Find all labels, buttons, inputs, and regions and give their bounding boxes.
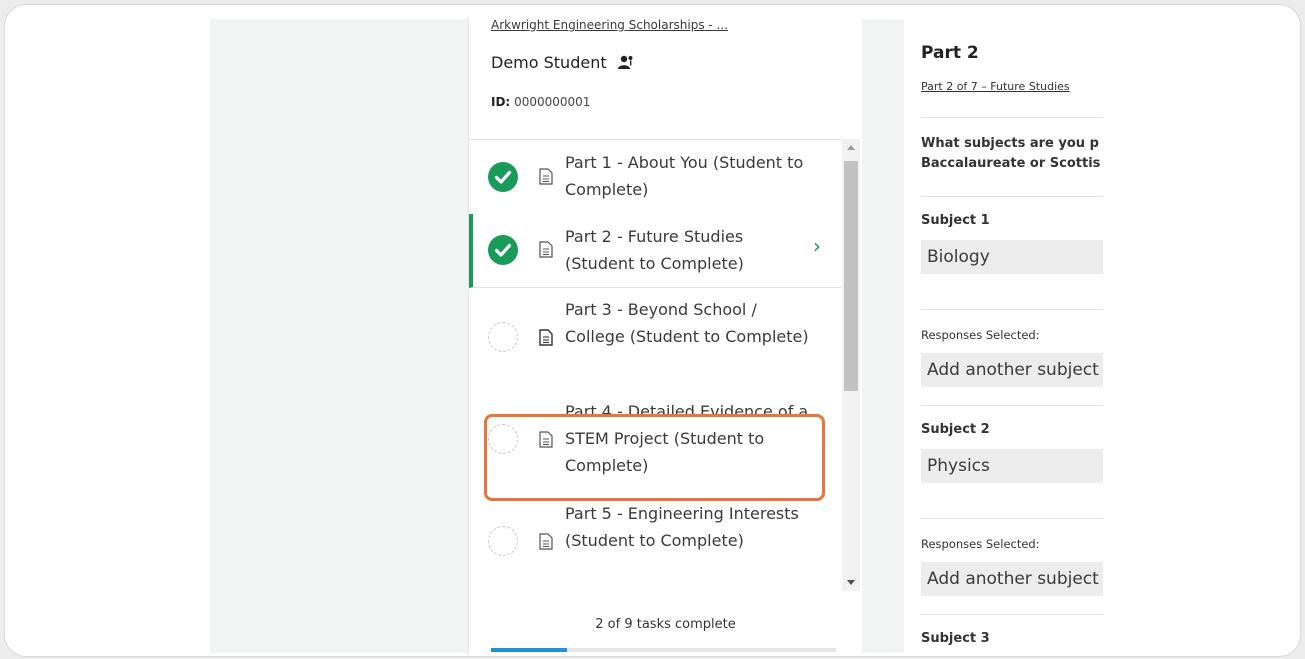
divider	[921, 117, 1103, 118]
student-header: Demo Student	[491, 53, 635, 72]
task-panel: Arkwright Engineering Scholarships - ...…	[468, 19, 863, 653]
progress-bar	[491, 648, 836, 652]
subject-2-label: Subject 2	[921, 422, 990, 437]
subject-3-label: Subject 3	[921, 631, 990, 646]
scroll-up-icon[interactable]	[847, 145, 855, 150]
check-circle-icon	[488, 162, 518, 192]
task-label: Part 1 - About You (Student to Complete)	[565, 153, 804, 199]
task-list: Part 1 - About You (Student to Complete)…	[469, 139, 842, 592]
question-text: What subjects are you p Baccalaureate or…	[921, 134, 1100, 174]
student-id: ID: 0000000001	[491, 95, 590, 109]
divider	[921, 309, 1103, 310]
dashed-circle-icon	[488, 526, 518, 556]
highlight-box	[484, 414, 825, 501]
responses-label: Responses Selected:	[921, 328, 1040, 342]
responses-label: Responses Selected:	[921, 537, 1040, 551]
chevron-right-icon: ›	[813, 234, 821, 258]
question-line: Baccalaureate or Scottis	[921, 156, 1101, 171]
scroll-down-icon[interactable]	[847, 580, 855, 585]
task-item-active[interactable]: Part 2 - Future Studies (Student to Comp…	[469, 214, 841, 288]
divider	[921, 196, 1103, 197]
page-title: Part 2	[921, 43, 979, 63]
screenshot-frame: Arkwright Engineering Scholarships - ...…	[4, 4, 1301, 657]
document-icon	[539, 241, 553, 258]
task-item[interactable]: Part 1 - About You (Student to Complete)	[469, 140, 841, 215]
scrollbar[interactable]	[842, 139, 860, 591]
subject-1-label: Subject 1	[921, 213, 990, 228]
student-id-value: 0000000001	[514, 95, 591, 109]
check-circle-icon	[488, 235, 518, 265]
task-label: Part 5 - Engineering Interests (Student …	[565, 504, 799, 550]
progress-fill	[491, 648, 567, 652]
app-window: Arkwright Engineering Scholarships - ...…	[210, 19, 1103, 653]
divider	[921, 614, 1103, 615]
task-label: Part 2 - Future Studies (Student to Comp…	[565, 227, 744, 273]
task-label: Part 3 - Beyond School / College (Studen…	[565, 300, 809, 346]
dashed-circle-icon	[488, 322, 518, 352]
left-background	[210, 19, 468, 653]
student-name: Demo Student	[491, 53, 607, 72]
subject-2-field[interactable]: Physics	[921, 449, 1103, 483]
task-item[interactable]: Part 3 - Beyond School / College (Studen…	[469, 288, 841, 391]
document-icon	[539, 329, 553, 346]
scroll-thumb[interactable]	[844, 161, 858, 391]
user-group-icon[interactable]	[617, 54, 635, 72]
divider	[921, 405, 1103, 406]
add-subject-button[interactable]: Add another subject	[921, 562, 1103, 596]
breadcrumb[interactable]: Part 2 of 7 – Future Studies	[921, 80, 1070, 93]
document-icon	[539, 168, 553, 185]
question-line: What subjects are you p	[921, 136, 1099, 151]
divider-background	[862, 19, 904, 653]
form-panel: Part 2 Part 2 of 7 – Future Studies What…	[904, 19, 1103, 653]
add-subject-button[interactable]: Add another subject	[921, 353, 1103, 387]
subject-1-field[interactable]: Biology	[921, 240, 1103, 274]
student-id-label: ID:	[491, 95, 511, 109]
document-icon	[539, 533, 553, 550]
application-link[interactable]: Arkwright Engineering Scholarships - ...	[491, 19, 728, 32]
tasks-complete: 2 of 9 tasks complete	[595, 617, 736, 632]
task-item[interactable]: Part 5 - Engineering Interests (Student …	[469, 492, 841, 592]
divider	[921, 518, 1103, 519]
